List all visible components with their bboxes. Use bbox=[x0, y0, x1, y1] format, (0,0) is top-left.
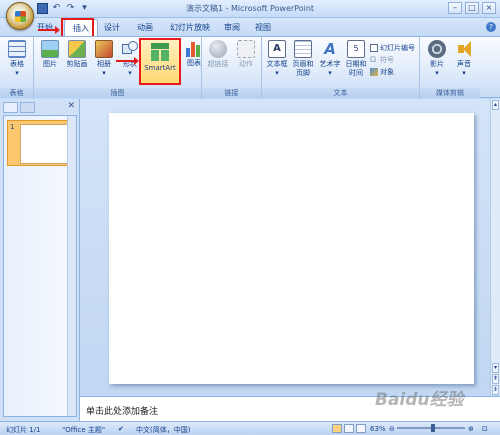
prev-slide-icon[interactable]: ⇞ bbox=[492, 374, 499, 384]
datetime-button[interactable]: 5 日期和 时间 bbox=[344, 40, 368, 78]
thumbnail-list: 1 bbox=[3, 115, 77, 417]
slide-counter: 幻灯片 1/1 bbox=[6, 426, 41, 434]
scroll-down-icon[interactable]: ▾ bbox=[492, 363, 499, 373]
minimize-button[interactable]: – bbox=[448, 2, 462, 14]
slide-number-button[interactable]: 幻灯片编号 bbox=[370, 43, 415, 53]
slide-sorter-button[interactable] bbox=[344, 424, 354, 433]
scroll-up-icon[interactable]: ▴ bbox=[492, 100, 499, 110]
maximize-button[interactable]: □ bbox=[465, 2, 479, 14]
zoom-slider-thumb[interactable] bbox=[431, 424, 435, 432]
slide-number-icon bbox=[370, 44, 378, 52]
shapes-icon bbox=[121, 40, 139, 58]
group-media: 影片 ▾ 声音 ▾ 媒体剪辑 bbox=[420, 37, 480, 99]
group-label-media: 媒体剪辑 bbox=[420, 88, 480, 98]
close-pane-icon[interactable]: ✕ bbox=[67, 101, 75, 111]
zoom-in-icon[interactable]: ⊕ bbox=[468, 425, 474, 433]
slideshow-view-button[interactable] bbox=[356, 424, 366, 433]
action-button[interactable]: 动作 bbox=[234, 40, 258, 69]
status-bar: 幻灯片 1/1 "Office 主题" ✔ 中文(简体，中国) 63% ⊖ ⊕ … bbox=[0, 421, 500, 435]
pane-tabs: ✕ bbox=[3, 101, 77, 114]
tab-view[interactable]: 视图 bbox=[255, 22, 271, 33]
picture-icon bbox=[41, 40, 59, 58]
tab-home[interactable]: 开始 bbox=[37, 22, 53, 33]
slide-editor: ▴ ▾ ⇞ ⇟ bbox=[80, 99, 500, 395]
smartart-label: SmartArt bbox=[144, 64, 176, 72]
theme-name: "Office 主题" bbox=[62, 426, 106, 434]
slide-thumbnail[interactable] bbox=[20, 124, 73, 164]
chart-icon bbox=[185, 39, 203, 57]
thumbnail-scrollbar[interactable] bbox=[67, 116, 76, 416]
normal-view-button[interactable] bbox=[332, 424, 342, 433]
wordart-button[interactable]: A 艺术字 ▾ bbox=[318, 40, 342, 78]
slide-canvas[interactable] bbox=[109, 113, 474, 384]
group-text: A 文本框 ▾ 页眉和 页脚 A 艺术字 ▾ 5 日期和 时间 幻灯片编号 Ω 符号 对象… bbox=[262, 37, 420, 99]
annotation-arrow-tab bbox=[38, 26, 60, 34]
title-bar: ↶ ↷ ▾ 演示文稿1 - Microsoft PowerPoint – □ × bbox=[0, 0, 500, 18]
tab-outline[interactable] bbox=[20, 102, 35, 113]
office-button[interactable] bbox=[6, 2, 34, 30]
window-title: 演示文稿1 - Microsoft PowerPoint bbox=[185, 4, 315, 13]
table-button[interactable]: 表格 ▾ bbox=[5, 40, 29, 78]
fit-to-window-icon[interactable]: ⊡ bbox=[482, 425, 488, 433]
object-button[interactable]: 对象 bbox=[370, 67, 394, 77]
chart-button[interactable]: 图表 bbox=[182, 39, 206, 68]
clipart-button[interactable]: 剪贴画 bbox=[65, 40, 89, 69]
sound-button[interactable]: 声音 ▾ bbox=[452, 40, 476, 78]
spellcheck-icon[interactable]: ✔ bbox=[118, 425, 124, 433]
zoom-level[interactable]: 63% bbox=[370, 425, 386, 433]
group-tables: 表格 ▾ 表格 bbox=[0, 37, 34, 99]
close-button[interactable]: × bbox=[482, 2, 496, 14]
annotation-arrow-smartart bbox=[116, 57, 139, 65]
notes-placeholder: 单击此处添加备注 bbox=[86, 407, 159, 417]
language-status[interactable]: 中文(简体，中国) bbox=[136, 425, 190, 435]
picture-button[interactable]: 图片 bbox=[38, 40, 62, 69]
globe-icon bbox=[209, 40, 227, 58]
slides-pane: ✕ 1 bbox=[0, 99, 80, 421]
header-footer-icon bbox=[294, 40, 312, 58]
vertical-scrollbar[interactable]: ▴ ▾ ⇞ ⇟ bbox=[490, 99, 500, 395]
object-icon bbox=[370, 68, 378, 76]
group-label-illustrations: 插图 bbox=[34, 88, 201, 98]
table-icon bbox=[8, 40, 26, 58]
omega-icon: Ω bbox=[370, 55, 377, 64]
action-icon bbox=[237, 40, 255, 58]
ribbon: 表格 ▾ 表格 图片 剪贴画 相册 ▾ 形状 ▾ 插图 超链接 动作 链接 A … bbox=[0, 36, 500, 99]
smartart-button[interactable]: SmartArt bbox=[139, 38, 181, 85]
album-icon bbox=[95, 40, 113, 58]
tab-slides[interactable] bbox=[3, 102, 18, 113]
zoom-out-icon[interactable]: ⊖ bbox=[389, 425, 395, 433]
textbox-icon: A bbox=[268, 40, 286, 58]
tab-highlight-box bbox=[61, 18, 94, 38]
next-slide-icon[interactable]: ⇟ bbox=[492, 385, 499, 395]
tab-animations[interactable]: 动画 bbox=[137, 22, 153, 33]
group-label-links: 链接 bbox=[202, 88, 261, 98]
group-label-text: 文本 bbox=[262, 88, 419, 98]
wordart-icon: A bbox=[324, 40, 336, 58]
tab-review[interactable]: 审阅 bbox=[224, 22, 240, 33]
textbox-button[interactable]: A 文本框 ▾ bbox=[265, 40, 289, 78]
film-reel-icon bbox=[428, 40, 446, 58]
symbol-button[interactable]: Ω 符号 bbox=[370, 55, 394, 65]
watermark: Baidu经验 bbox=[375, 390, 464, 410]
zoom-slider[interactable] bbox=[397, 424, 465, 432]
smartart-icon bbox=[151, 43, 169, 61]
hyperlink-button[interactable]: 超链接 bbox=[206, 40, 230, 69]
slide-thumbnail-number: 1 bbox=[10, 123, 15, 131]
office-logo-icon bbox=[15, 11, 26, 22]
group-links: 超链接 动作 链接 bbox=[202, 37, 262, 99]
header-footer-button[interactable]: 页眉和 页脚 bbox=[291, 40, 315, 78]
tab-slideshow[interactable]: 幻灯片放映 bbox=[170, 22, 210, 33]
movie-button[interactable]: 影片 ▾ bbox=[425, 40, 449, 78]
window-controls: – □ × bbox=[448, 2, 496, 14]
group-label-tables: 表格 bbox=[0, 88, 33, 98]
album-button[interactable]: 相册 ▾ bbox=[92, 40, 116, 78]
slide-thumbnail-selected[interactable]: 1 bbox=[7, 120, 75, 166]
speaker-icon bbox=[455, 40, 473, 58]
clipart-icon bbox=[68, 40, 86, 58]
help-icon[interactable]: ? bbox=[486, 22, 496, 32]
tab-design[interactable]: 设计 bbox=[104, 22, 120, 33]
calendar-icon: 5 bbox=[347, 40, 365, 58]
